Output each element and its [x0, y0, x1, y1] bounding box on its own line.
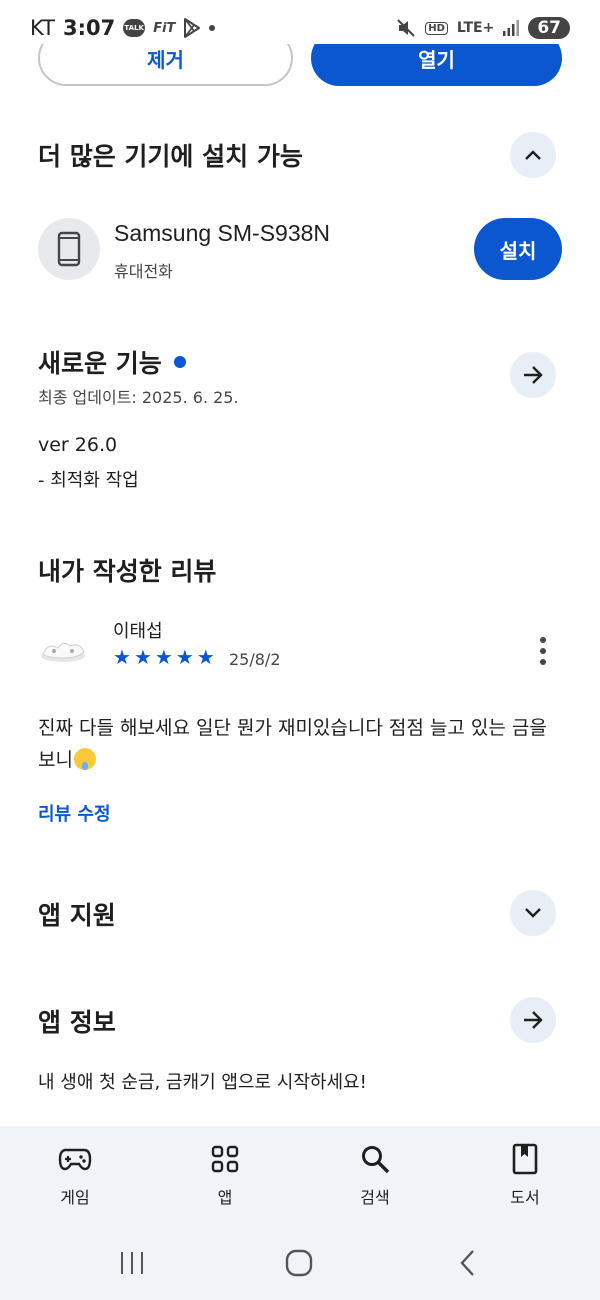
star-icon: ★: [196, 645, 215, 669]
nav-books[interactable]: 도서: [450, 1126, 600, 1230]
chevron-up-icon: [525, 150, 541, 160]
back-button[interactable]: [456, 1248, 478, 1278]
new-indicator-dot: [173, 356, 186, 368]
app-support-title: 앱 지원: [38, 901, 116, 930]
star-icon: ★: [175, 645, 194, 669]
chevron-down-icon: [525, 908, 541, 918]
my-review-title: 내가 작성한 리뷰: [38, 557, 217, 586]
notification-dot-icon: [209, 25, 216, 31]
version-text: ver 26.0: [38, 434, 118, 456]
phone-icon: [38, 218, 100, 280]
star-rating: ★ ★ ★ ★ ★: [113, 645, 215, 669]
home-icon: [285, 1249, 313, 1277]
device-name: Samsung SM-S938N: [114, 220, 331, 246]
search-icon: [358, 1142, 392, 1176]
more-options-icon[interactable]: [532, 634, 554, 668]
app-support-toggle[interactable]: [510, 890, 556, 936]
talk-icon: TALK: [123, 19, 146, 37]
nav-apps[interactable]: 앱: [150, 1126, 300, 1230]
last-updated: 최종 업데이트: 2025. 6. 25.: [38, 388, 239, 407]
gamepad-icon: [58, 1142, 92, 1176]
hd-icon: HD: [425, 21, 448, 35]
carrier-label: KT: [30, 16, 55, 40]
mute-icon: [396, 18, 416, 38]
app-description: 내 생애 첫 순금, 금캐기 앱으로 시작하세요!: [38, 1072, 367, 1093]
star-icon: ★: [154, 645, 173, 669]
home-button[interactable]: [284, 1248, 314, 1278]
bottom-nav: 게임 앱 검색 도서: [0, 1126, 600, 1230]
star-icon: ★: [133, 645, 152, 669]
more-devices-title: 더 많은 기기에 설치 가능: [38, 142, 303, 171]
nav-search[interactable]: 검색: [300, 1126, 450, 1230]
network-type: LTE+: [456, 20, 495, 36]
status-left: KT 3:07 TALK FiT: [30, 16, 216, 40]
edit-review-link[interactable]: 리뷰 수정: [38, 800, 111, 826]
play-store-icon: [183, 18, 201, 38]
nav-games[interactable]: 게임: [0, 1126, 150, 1230]
release-note: - 최적화 작업: [38, 470, 139, 491]
arrow-right-icon: [524, 1011, 543, 1029]
avatar: [38, 620, 88, 670]
nav-apps-label: 앱: [217, 1188, 233, 1207]
whats-new-title: 새로운 기능: [38, 344, 186, 380]
status-bar: KT 3:07 TALK FiT HD LTE+ 67: [0, 0, 600, 56]
back-icon: [460, 1250, 474, 1276]
whats-new-arrow-button[interactable]: [510, 352, 556, 398]
install-button[interactable]: 설치: [474, 218, 562, 280]
book-icon: [508, 1142, 542, 1176]
more-devices-toggle[interactable]: [510, 132, 556, 178]
clock: 3:07: [62, 16, 116, 40]
device-row: Samsung SM-S938N 휴대전화 설치: [38, 216, 562, 282]
arrow-right-icon: [524, 366, 543, 384]
app-info-title: 앱 정보: [38, 1008, 116, 1037]
fit-icon: FiT: [153, 20, 176, 36]
review-text: 진짜 다들 해보세요 일단 뭔가 재미있습니다 점점 늘고 있는 금을 보니: [38, 712, 568, 776]
nav-books-label: 도서: [510, 1188, 540, 1207]
battery-icon: 67: [528, 17, 570, 39]
device-type: 휴대전화: [114, 262, 173, 281]
nav-games-label: 게임: [60, 1188, 90, 1207]
recent-apps-icon: [121, 1252, 143, 1274]
system-nav-bar: [0, 1230, 600, 1300]
whats-new-title-text: 새로운 기능: [38, 349, 162, 378]
status-right: HD LTE+ 67: [396, 17, 570, 39]
star-icon: ★: [113, 645, 131, 669]
recent-apps-button[interactable]: [118, 1248, 146, 1278]
app-info-arrow-button[interactable]: [510, 997, 556, 1043]
reviewer-name: 이태섭: [113, 621, 163, 642]
review-body: 진짜 다들 해보세요 일단 뭔가 재미있습니다 점점 늘고 있는 금을 보니: [38, 717, 547, 771]
review-date: 25/8/2: [229, 650, 281, 669]
apps-grid-icon: [208, 1142, 242, 1176]
drooling-face-icon: [73, 747, 96, 770]
nav-search-label: 검색: [360, 1188, 390, 1207]
signal-icon: [503, 20, 520, 36]
